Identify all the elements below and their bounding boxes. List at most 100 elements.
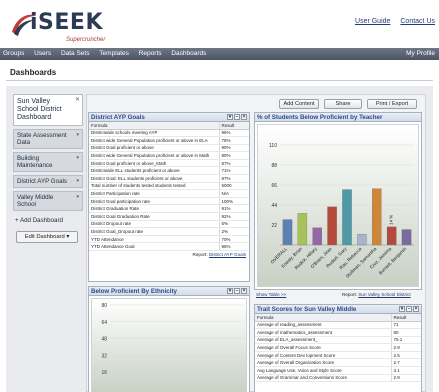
widget-controls: ▾ – × xyxy=(226,114,247,121)
main-nav: Groups Users Data Sets Templates Reports… xyxy=(0,48,439,60)
chevron-down-icon[interactable]: ▾ xyxy=(76,155,79,162)
widget-title-bar[interactable]: Trait Scores for Sun Valley Middle ▾ – × xyxy=(255,305,421,314)
collapse-icon[interactable]: ▾ xyxy=(227,114,233,120)
app-name: iSEEK xyxy=(30,10,103,35)
close-icon[interactable]: × xyxy=(413,306,419,312)
table-row: Average of Overall Focus Score 2.9 xyxy=(255,343,421,352)
y-tick-label: 44 xyxy=(271,203,277,209)
formula-cell: Average of ELA_assessment_ xyxy=(255,336,391,345)
table-row: YTD Attendance 70% xyxy=(89,235,249,244)
result-cell: 71% xyxy=(218,166,249,176)
bar xyxy=(401,229,412,246)
sidebar-item-label: District AYP Goals xyxy=(17,178,67,185)
result-cell: 2.5 xyxy=(390,351,421,360)
formula-cell: YTD Attendance xyxy=(89,235,219,244)
nav-users[interactable]: Users xyxy=(34,50,51,57)
app-tagline: Supercruncher xyxy=(66,37,106,43)
minimize-icon[interactable]: – xyxy=(234,288,240,294)
result-cell: 78% xyxy=(218,136,249,145)
widget-title: % of Students Below Proficient by Teache… xyxy=(257,114,383,121)
close-icon[interactable]: × xyxy=(241,288,247,294)
close-icon[interactable]: ✕ xyxy=(75,96,80,104)
user-guide-link[interactable]: User Guide xyxy=(355,18,390,25)
teacher-report-footer: Report: Sun Valley School District xyxy=(342,292,411,297)
show-table-link-wrap: Show Table >> xyxy=(256,292,286,297)
nav-dashboards[interactable]: Dashboards xyxy=(171,50,206,57)
table-row: District Graduation Rate 91% xyxy=(89,204,249,214)
sidebar-item-label: State Assessment Data xyxy=(17,132,67,146)
table-row: District Goal proficient or above 90% xyxy=(89,144,249,153)
report-link[interactable]: District AYP Goals xyxy=(209,252,246,257)
result-cell: 2% xyxy=(218,227,249,236)
nav-data-sets[interactable]: Data Sets xyxy=(61,50,90,57)
formula-cell: District Goal participation rate xyxy=(89,197,219,206)
column-header-formula[interactable]: Formula xyxy=(255,314,391,322)
result-cell: 100% xyxy=(218,197,249,206)
sidebar-item-valley-middle[interactable]: Valley Middle School ▾ xyxy=(13,191,83,211)
widget-title: District AYP Goals xyxy=(91,114,145,121)
result-cell: 5000 xyxy=(218,182,249,191)
table-row: Districtwide ELL students proficient or … xyxy=(89,166,249,176)
formula-cell: District Goal proficient or above_Math xyxy=(89,159,219,168)
print-export-button[interactable]: Print / Export xyxy=(367,99,417,109)
add-dashboard-link[interactable]: + Add Dashboard xyxy=(13,214,83,227)
table-row: Average of Overall Organization Score 2.7 xyxy=(255,358,421,368)
collapse-icon[interactable]: ▾ xyxy=(227,288,233,294)
formula-cell: District Graduation Rate xyxy=(89,204,219,214)
minimize-icon[interactable]: – xyxy=(406,306,412,312)
formula-cell: Total number of students tested students… xyxy=(89,182,219,191)
trait-scores-widget: Trait Scores for Sun Valley Middle ▾ – × F… xyxy=(254,304,422,392)
table-row: District Goal_Dropout rate 2% xyxy=(89,227,249,236)
table-row: District Goal Graduation Rate 92% xyxy=(89,212,249,221)
bar xyxy=(372,188,382,246)
formula-cell: Avg Language Use, Voice and Style Score xyxy=(255,366,391,375)
nav-groups[interactable]: Groups xyxy=(3,50,24,57)
close-icon[interactable]: × xyxy=(241,114,247,120)
table-row: District wide General Population profici… xyxy=(89,136,249,145)
ethnicity-proficiency-widget: Below Proficient By Ethnicity ▾ – × 80 64 48… xyxy=(88,286,250,392)
dashboard-sidebar: Sun Valley School District Dashboard ✕ S… xyxy=(13,94,83,243)
chevron-down-icon: ▾ xyxy=(66,234,70,240)
sidebar-item-district-ayp[interactable]: District AYP Goals ▾ xyxy=(13,175,83,188)
show-table-link[interactable]: Show Table >> xyxy=(256,292,286,297)
nav-templates[interactable]: Templates xyxy=(99,50,129,57)
report-link[interactable]: Sun Valley School District xyxy=(358,292,410,297)
data-label: 14 % xyxy=(389,215,394,225)
widget-controls: ▾ – × xyxy=(226,288,247,295)
column-header-result[interactable]: Result xyxy=(390,314,421,322)
sidebar-item-sun-valley[interactable]: Sun Valley School District Dashboard ✕ xyxy=(13,94,83,126)
sidebar-item-building-maintenance[interactable]: Building Maintenance ▾ xyxy=(13,152,83,172)
chevron-down-icon[interactable]: ▾ xyxy=(76,132,79,139)
sidebar-item-state-assessment[interactable]: State Assessment Data ▾ xyxy=(13,129,83,149)
y-tick-label: 22 xyxy=(271,223,277,229)
table-row: District Participation rate N/A xyxy=(89,189,249,198)
y-tick-label: 48 xyxy=(101,337,107,343)
table-row: Avg Language Use, Voice and Style Score 3… xyxy=(255,366,421,375)
x-tick-label: Bornett, Benjamin xyxy=(378,246,408,276)
result-cell: 92% xyxy=(218,212,249,221)
column-header-formula[interactable]: Formula xyxy=(89,122,219,130)
chevron-down-icon[interactable]: ▾ xyxy=(76,194,79,201)
column-header-result[interactable]: Result xyxy=(218,122,249,130)
chevron-down-icon[interactable]: ▾ xyxy=(76,178,79,185)
contact-us-link[interactable]: Contact Us xyxy=(400,18,435,25)
formula-cell: District wide General Population profici… xyxy=(89,136,219,145)
table-row: District Dropout rate 5% xyxy=(89,220,249,229)
formula-cell: Districtwide ELL students proficient or … xyxy=(89,166,219,176)
widget-title-bar[interactable]: District AYP Goals ▾ – × xyxy=(89,113,249,122)
app-logo[interactable]: iSEEK Supercruncher xyxy=(8,4,148,44)
minimize-icon[interactable]: – xyxy=(234,114,240,120)
bar xyxy=(327,206,337,246)
widget-title-bar[interactable]: % of Students Below Proficient by Teache… xyxy=(255,113,421,122)
collapse-icon[interactable]: ▾ xyxy=(399,306,405,312)
formula-cell: Average of mathematics_assessment xyxy=(255,328,391,337)
ethnicity-chart-area: 80 64 48 32 16 xyxy=(91,298,247,392)
nav-my-profile[interactable]: My Profile xyxy=(406,48,435,60)
edit-dashboard-button[interactable]: Edit Dashboard ▾ xyxy=(16,231,78,243)
formula-cell: District Participation rate xyxy=(89,189,219,198)
widget-title-bar[interactable]: Below Proficient By Ethnicity ▾ – × xyxy=(89,287,249,296)
share-button[interactable]: Share xyxy=(324,99,362,109)
add-content-button[interactable]: Add Content xyxy=(279,99,319,109)
nav-reports[interactable]: Reports xyxy=(139,50,162,57)
result-cell: 90% xyxy=(218,144,249,153)
